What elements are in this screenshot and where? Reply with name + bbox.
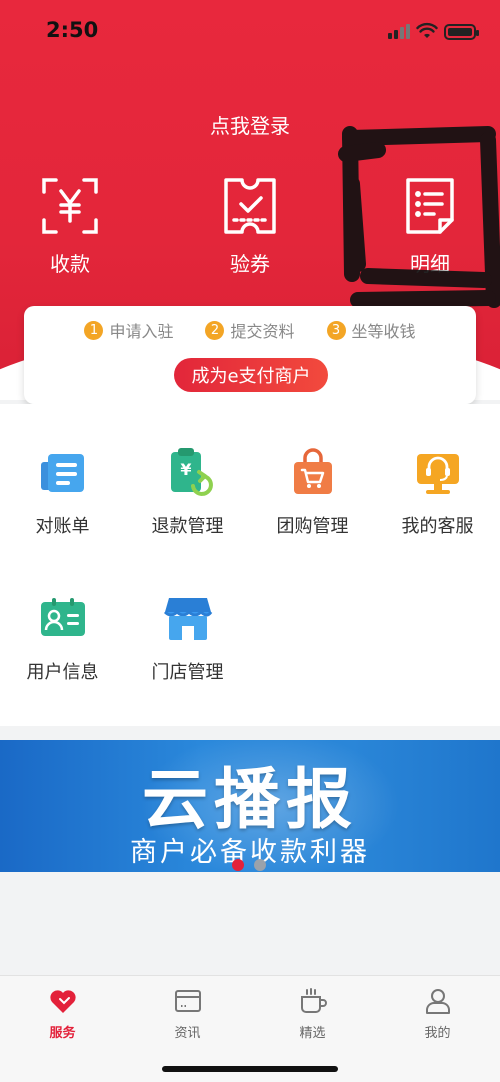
service-customer-service[interactable]: 我的客服: [375, 448, 500, 538]
merchant-onboarding-card: 1 申请入驻 2 提交资料 3 坐等收钱 成为e支付商户: [24, 306, 476, 404]
banner-title: 云播报: [142, 761, 358, 838]
tab-news[interactable]: 资讯: [125, 986, 250, 1041]
quick-action-label: 收款: [50, 252, 90, 276]
heart-icon: [49, 990, 76, 1013]
quick-action-label: 验券: [230, 252, 270, 276]
step-number-badge: 3: [326, 320, 346, 340]
onboarding-step: 3 坐等收钱: [326, 318, 416, 342]
service-refund[interactable]: ¥ 退款管理: [125, 448, 250, 538]
onboarding-steps: 1 申请入驻 2 提交资料 3 坐等收钱: [24, 318, 476, 342]
status-time: 2:50: [46, 18, 99, 42]
yen-scan-icon: [42, 178, 98, 234]
wifi-icon: [416, 22, 438, 38]
quick-action-details[interactable]: 明细: [370, 176, 490, 277]
step-label: 提交资料: [230, 322, 295, 341]
services-grid: 对账单 ¥ 退款管理 团购管理 我的客服 用户信息 门店管理: [0, 404, 500, 726]
quick-action-collect[interactable]: 收款: [10, 176, 130, 277]
become-merchant-button[interactable]: 成为e支付商户: [174, 358, 328, 392]
banner-dot[interactable]: [254, 859, 266, 871]
service-label: 我的客服: [401, 516, 474, 537]
status-bar: 2:50: [0, 0, 500, 64]
cellular-signal-icon: [388, 24, 410, 39]
svg-text:¥: ¥: [180, 460, 191, 479]
quick-action-verify-coupon[interactable]: 验券: [190, 176, 310, 277]
onboarding-step: 1 申请入驻: [84, 318, 173, 342]
user-card-icon: [40, 598, 85, 636]
tab-mine[interactable]: 我的: [375, 986, 500, 1041]
service-label: 退款管理: [151, 516, 224, 537]
statement-icon: [40, 454, 84, 492]
tab-label: 资讯: [174, 1026, 201, 1041]
service-group-buy[interactable]: 团购管理: [250, 448, 375, 538]
banner-dot[interactable]: [232, 859, 244, 871]
home-indicator[interactable]: [162, 1066, 338, 1072]
service-statement[interactable]: 对账单: [0, 448, 125, 538]
ticket-check-icon: [224, 178, 276, 234]
service-user-info[interactable]: 用户信息: [0, 594, 125, 684]
tab-featured[interactable]: 精选: [250, 986, 375, 1041]
service-label: 对账单: [35, 516, 90, 537]
refund-icon: ¥: [170, 448, 213, 496]
step-label: 申请入驻: [109, 322, 174, 341]
banner-pagination: [232, 859, 266, 871]
quick-action-label: 明细: [410, 252, 450, 276]
list-detail-icon: [406, 178, 454, 234]
person-icon: [425, 989, 450, 1014]
login-link[interactable]: 点我登录: [0, 110, 500, 139]
news-card-icon: [174, 990, 201, 1012]
step-label: 坐等收钱: [351, 322, 416, 341]
service-label: 团购管理: [276, 516, 349, 537]
cup-icon: [300, 988, 327, 1013]
tab-label: 我的: [424, 1026, 451, 1041]
battery-icon: [444, 24, 479, 40]
store-icon: [163, 598, 212, 640]
step-number-badge: 1: [84, 320, 104, 340]
tab-label: 精选: [299, 1026, 326, 1041]
onboarding-step: 2 提交资料: [205, 318, 295, 342]
step-number-badge: 2: [205, 320, 225, 340]
promo-banner[interactable]: 云播报 商户必备收款利器: [0, 740, 500, 872]
shopping-bag-icon: [293, 448, 332, 494]
service-store-management[interactable]: 门店管理: [125, 594, 250, 684]
tab-services[interactable]: 服务: [0, 986, 125, 1041]
service-label: 用户信息: [26, 662, 99, 683]
customer-service-icon: [416, 454, 459, 494]
service-label: 门店管理: [151, 662, 224, 683]
tab-label: 服务: [49, 1026, 76, 1041]
